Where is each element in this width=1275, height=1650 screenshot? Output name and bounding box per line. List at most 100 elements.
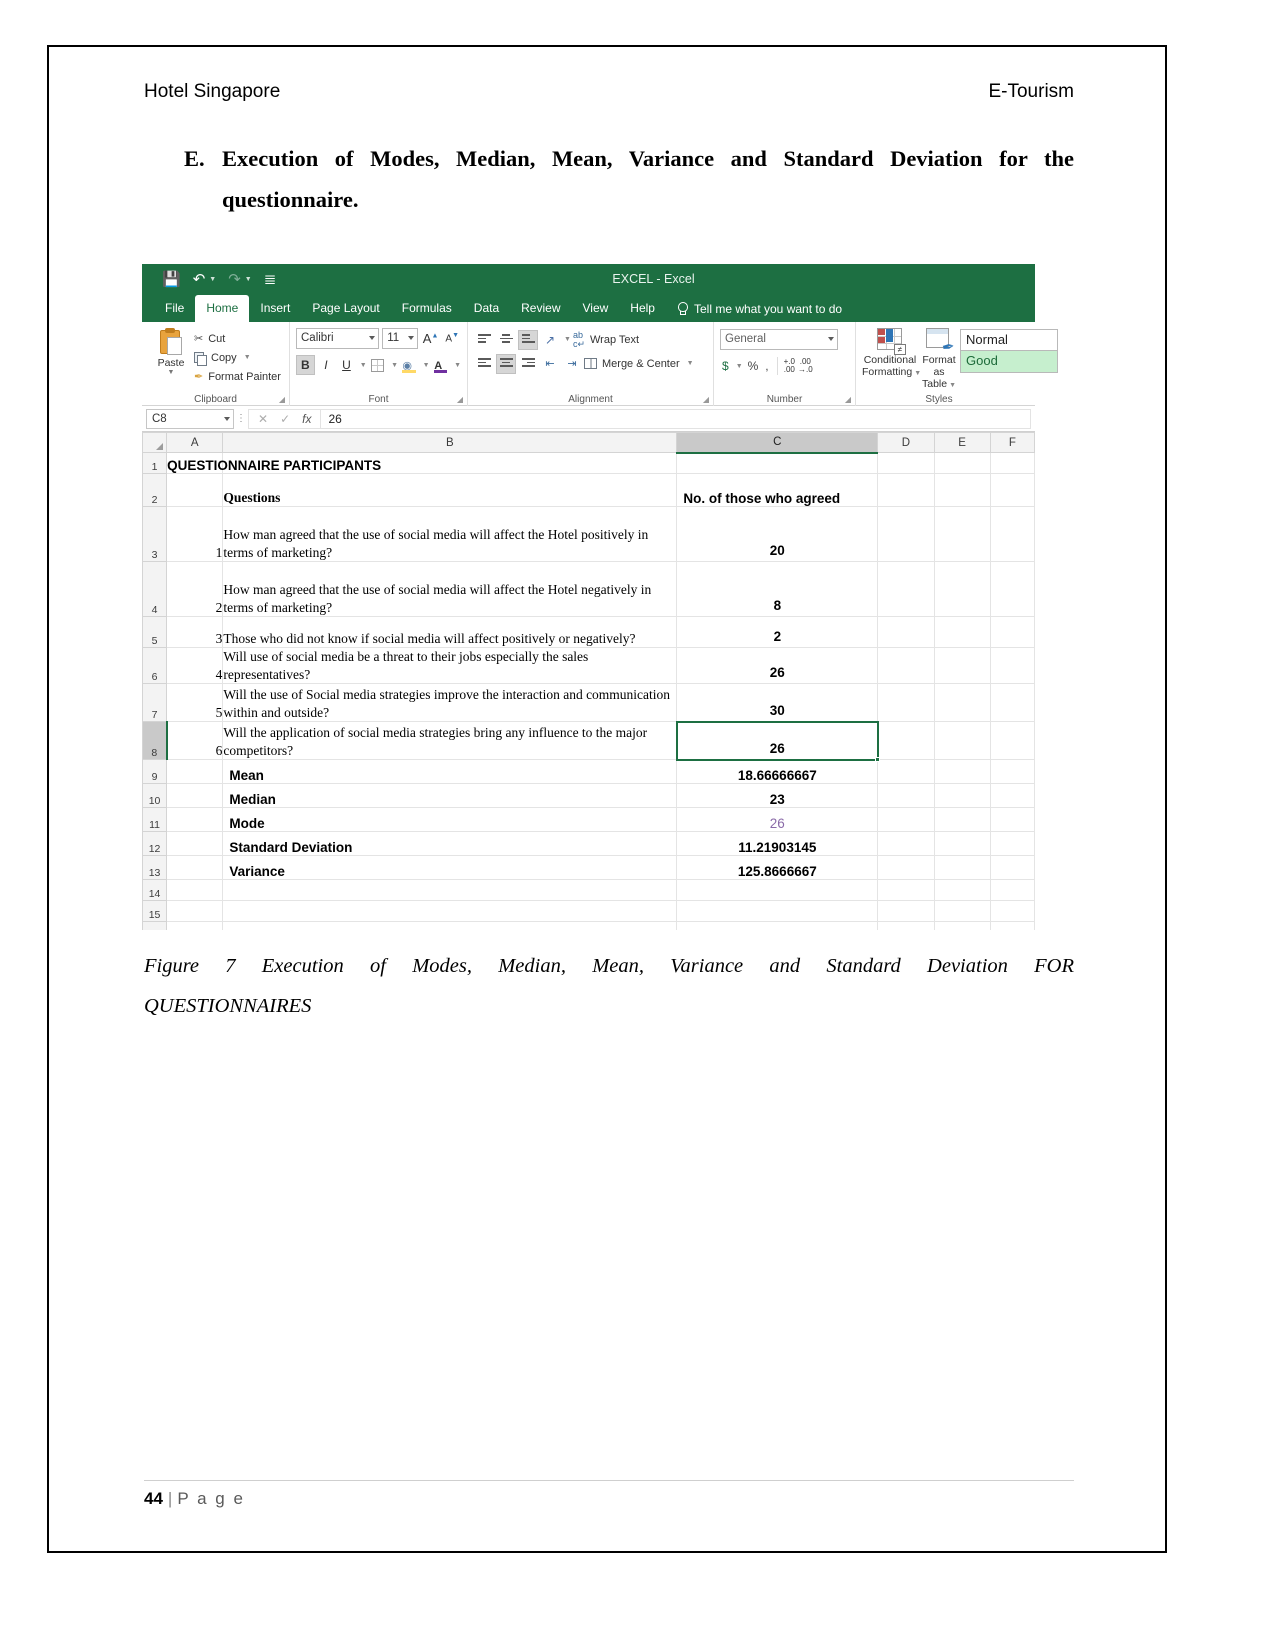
confirm-edit-icon[interactable]: ✓ [280,412,290,426]
cell-f16[interactable] [989,921,1035,930]
cell-e2[interactable] [933,473,991,507]
tab-page-layout[interactable]: Page Layout [301,295,390,322]
cell-d1[interactable] [877,452,935,474]
cell-b8-question-text[interactable]: Will the application of social media str… [222,721,678,760]
clipboard-dialog-launcher-icon[interactable]: ◢ [279,395,285,404]
cell-b14[interactable] [222,879,678,901]
cell-b2-questions-header[interactable]: Questions [222,473,678,507]
borders-dropdown-icon[interactable]: ▼ [391,362,398,369]
cell-c14[interactable] [676,879,879,901]
cell-d3[interactable] [877,506,935,562]
name-box-dropdown-icon[interactable] [224,416,230,421]
orientation-button[interactable]: ↗ [540,330,560,350]
cell-d8[interactable] [877,721,935,760]
number-format-dropdown-icon[interactable] [828,337,834,341]
cell-a7-question-number[interactable]: 5 [166,683,224,722]
cell-e5[interactable] [933,616,991,648]
underline-dropdown-icon[interactable]: ▼ [360,362,367,369]
row-header-12[interactable]: 12 [142,831,168,856]
fill-color-dropdown-icon[interactable]: ▼ [423,362,430,369]
column-header-b[interactable]: B [222,432,678,453]
tab-formulas[interactable]: Formulas [391,295,463,322]
cell-style-good[interactable]: Good [960,351,1059,373]
italic-button[interactable]: I [317,355,336,375]
cell-d16[interactable] [877,921,935,930]
orientation-dropdown-icon[interactable]: ▼ [564,336,571,343]
row-header-8[interactable]: 8 [142,721,168,760]
cell-e15[interactable] [933,900,991,922]
cell-d11[interactable] [877,807,935,832]
cell-f7[interactable] [989,683,1035,722]
cell-a16[interactable] [166,921,224,930]
cell-b13-stat-label[interactable]: Variance [222,855,678,880]
font-color-dropdown-icon[interactable]: ▼ [454,362,461,369]
cell-a10[interactable] [166,783,224,808]
column-header-f[interactable]: F [989,432,1035,453]
tab-help[interactable]: Help [619,295,666,322]
cell-b5-question-text[interactable]: Those who did not know if social media w… [222,616,678,648]
cell-a9[interactable] [166,759,224,784]
row-header-14[interactable]: 14 [142,879,168,901]
cell-d14[interactable] [877,879,935,901]
cell-a14[interactable] [166,879,224,901]
cell-styles-gallery[interactable]: Normal Good [960,329,1059,390]
increase-indent-button[interactable]: ⇥ [562,354,582,374]
cell-c3-count[interactable]: 20 [676,506,879,562]
cell-e13[interactable] [933,855,991,880]
row-header-16[interactable]: 16 [142,921,168,930]
borders-button[interactable] [369,355,388,375]
row-header-1[interactable]: 1 [142,452,168,474]
cell-e16[interactable] [933,921,991,930]
cancel-edit-icon[interactable]: ✕ [258,412,268,426]
cell-f4[interactable] [989,561,1035,617]
cell-f8[interactable] [989,721,1035,760]
cut-button[interactable]: ✂ Cut [194,329,281,348]
cell-c4-count[interactable]: 8 [676,561,879,617]
insert-function-icon[interactable]: fx [302,412,311,426]
cell-b12-stat-label[interactable]: Standard Deviation [222,831,678,856]
font-dialog-launcher-icon[interactable]: ◢ [457,395,463,404]
cell-e10[interactable] [933,783,991,808]
row-header-10[interactable]: 10 [142,783,168,808]
select-all-button[interactable] [142,432,168,453]
cell-e14[interactable] [933,879,991,901]
tell-me-search[interactable]: Tell me what you want to do [676,295,842,322]
cell-d2[interactable] [877,473,935,507]
align-left-button[interactable] [474,354,494,374]
align-bottom-button[interactable] [518,329,538,350]
column-header-d[interactable]: D [877,432,935,453]
font-color-button[interactable]: A [432,355,451,375]
row-header-2[interactable]: 2 [142,473,168,507]
cell-c12-stat-value[interactable]: 11.21903145 [676,831,879,856]
cell-e11[interactable] [933,807,991,832]
cell-a1[interactable]: QUESTIONNAIRE PARTICIPANTS [166,452,381,474]
cell-e6[interactable] [933,647,991,684]
column-header-a[interactable]: A [166,432,224,453]
tab-review[interactable]: Review [510,295,571,322]
conditional-formatting-button[interactable]: ≠ Conditional Formatting ▼ [862,326,921,390]
cell-f11[interactable] [989,807,1035,832]
cell-a11[interactable] [166,807,224,832]
align-right-button[interactable] [518,354,538,374]
cell-d5[interactable] [877,616,935,648]
comma-style-button[interactable]: , [763,359,770,373]
cell-d6[interactable] [877,647,935,684]
cell-style-normal[interactable]: Normal [960,329,1059,351]
cell-f15[interactable] [989,900,1035,922]
row-header-4[interactable]: 4 [142,561,168,617]
percent-button[interactable]: % [746,359,761,373]
increase-font-size-button[interactable]: A▲ [421,331,441,346]
decrease-indent-button[interactable]: ⇤ [540,354,560,374]
cell-a15[interactable] [166,900,224,922]
cell-c16[interactable] [676,921,879,930]
number-format-combo[interactable]: General [720,329,838,350]
copy-button[interactable]: Copy ▼ [194,348,281,367]
cell-e8[interactable] [933,721,991,760]
cell-f12[interactable] [989,831,1035,856]
fill-handle[interactable] [874,756,880,762]
cell-c15[interactable] [676,900,879,922]
formula-bar-grip[interactable]: ⋮ [234,413,248,424]
cell-f3[interactable] [989,506,1035,562]
currency-button[interactable]: $ [720,359,731,373]
formula-input[interactable]: 26 [320,408,1031,429]
